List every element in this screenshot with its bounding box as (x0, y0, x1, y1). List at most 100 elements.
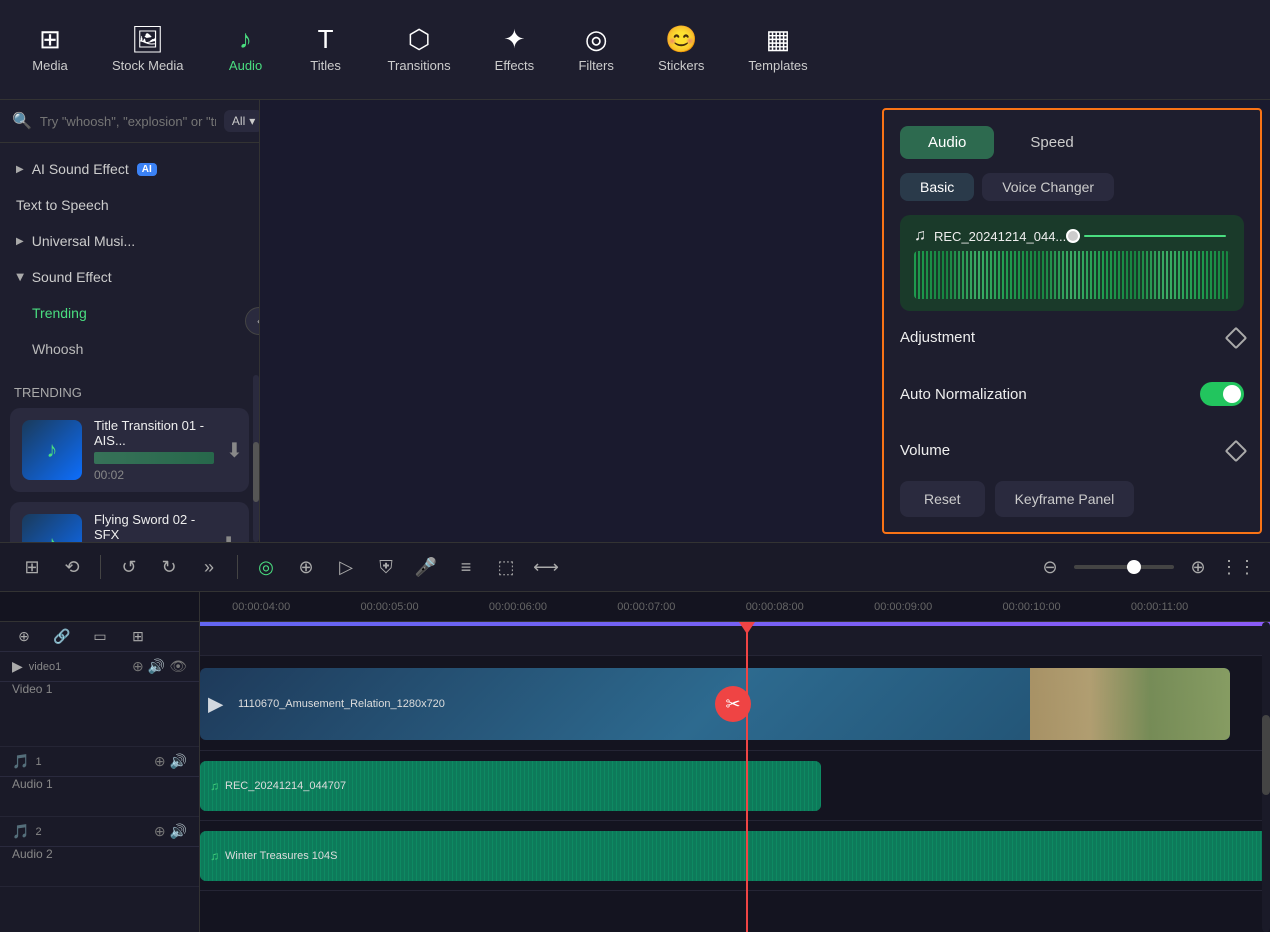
audio-waveform-bg-2 (200, 831, 1270, 881)
scene-view-icon[interactable]: ⊞ (16, 551, 48, 583)
audio1-num: 1 (35, 756, 41, 768)
chevron-down-icon: ▾ (249, 114, 255, 128)
search-input[interactable] (40, 114, 216, 129)
layout-options-icon[interactable]: ⋮⋮ (1222, 551, 1254, 583)
add-audio-icon[interactable]: ⊕ (154, 753, 166, 770)
screen-record-icon[interactable]: ⬚ (490, 551, 522, 583)
sidebar-item-universal-music[interactable]: ▶ Universal Musi... (0, 223, 259, 259)
split-icon[interactable]: ▭ (84, 621, 116, 653)
tab-speed[interactable]: Speed (1002, 126, 1101, 159)
media-icon: ⊞ (39, 26, 61, 52)
nav-media[interactable]: ⊞ Media (20, 20, 80, 79)
nav-audio-label: Audio (229, 58, 262, 73)
eye-icon[interactable]: 👁 (169, 658, 187, 675)
link-icon[interactable]: 🔗 (46, 621, 78, 653)
v-scrollbar-thumb[interactable] (1262, 715, 1270, 795)
download-icon-2[interactable]: ⬇ (220, 532, 237, 543)
keyframe-panel-button[interactable]: Keyframe Panel (995, 481, 1135, 517)
auto-normalization-toggle[interactable] (1200, 382, 1244, 406)
time-tick-0: 00:00:04:00 (232, 601, 290, 613)
nav-titles[interactable]: T Titles (296, 20, 356, 79)
track-label-row-audio2: 🎵 2 ⊕ 🔊 Audio 2 (0, 817, 199, 887)
video-clip-1[interactable]: ▶ 1110670_Amusement_Relation_1280x720 ✂ (200, 668, 1230, 740)
scissors-icon[interactable]: ✂ (715, 686, 751, 722)
select-tool-icon[interactable]: ⟲ (56, 551, 88, 583)
resize-icon[interactable]: ⟷ (530, 551, 562, 583)
zoom-slider-thumb[interactable] (1127, 560, 1141, 574)
zoom-in-button[interactable]: ⊕ (1182, 551, 1214, 583)
zoom-slider[interactable] (1074, 565, 1174, 569)
face-track-icon[interactable]: ◎ (250, 551, 282, 583)
sidebar-item-text-to-speech[interactable]: Text to Speech (0, 187, 259, 223)
audio-clip-2[interactable]: ♫ Winter Treasures 104S (200, 831, 1270, 881)
sidebar-item-sound-effect[interactable]: ▶ Sound Effect (0, 259, 259, 295)
time-tick-2: 00:00:06:00 (489, 601, 547, 613)
audio-volume-icon[interactable]: 🔊 (170, 753, 187, 770)
redo-button[interactable]: ↻ (153, 551, 185, 583)
universal-music-label: Universal Musi... (32, 233, 135, 249)
sound-card-2[interactable]: ♪ Flying Sword 02 - SFX 00:04 ⬇ (10, 502, 249, 542)
nav-stock-media[interactable]: 🖼 Stock Media (100, 20, 196, 79)
sidebar-item-whoosh[interactable]: Whoosh (0, 331, 259, 367)
audio2-num: 2 (35, 826, 41, 838)
templates-icon: ▦ (766, 26, 791, 52)
volume-label: Volume (900, 442, 950, 459)
sound-thumb-1: ♪ (22, 420, 82, 480)
tab-audio[interactable]: Audio (900, 126, 994, 159)
video1-label: video1 (29, 661, 61, 673)
audio2-volume-icon[interactable]: 🔊 (170, 823, 187, 840)
center-area (260, 100, 882, 542)
more-tools-icon[interactable]: » (193, 551, 225, 583)
time-tick-4: 00:00:08:00 (746, 601, 804, 613)
nav-transitions[interactable]: ⬡ Transitions (376, 20, 463, 79)
adjustment-keyframe-icon[interactable] (1225, 326, 1248, 349)
nav-effects[interactable]: ✦ Effects (483, 20, 547, 79)
audio-progress-line (1084, 235, 1226, 237)
download-icon-1[interactable]: ⬇ (226, 438, 243, 463)
nav-effects-label: Effects (495, 58, 535, 73)
audio-clip-1[interactable]: ♫ REC_20241214_044707 (200, 761, 821, 811)
list-icon[interactable]: ≡ (450, 551, 482, 583)
music-note-icon: ♪ (47, 437, 58, 463)
add-audio2-icon[interactable]: ⊕ (154, 823, 166, 840)
shield-icon[interactable]: ⛨ (370, 551, 402, 583)
nav-templates[interactable]: ▦ Templates (736, 20, 819, 79)
track-row-video1: ▶ 1110670_Amusement_Relation_1280x720 ✂ (200, 656, 1270, 751)
volume-icon[interactable]: 🔊 (148, 658, 165, 675)
audio-track-icon-2: 🎵 (12, 823, 29, 840)
audio2-track-name: Audio 2 (0, 847, 199, 861)
right-panel: Audio Speed Basic Voice Changer ♫ REC_20… (882, 108, 1262, 534)
zoom-control: ⊖ ⊕ (1034, 551, 1214, 583)
nav-stickers[interactable]: 😊 Stickers (646, 20, 716, 79)
add-media-icon[interactable]: ⊕ (132, 658, 144, 675)
effects-icon: ✦ (504, 26, 526, 52)
audio-waveform-card: ♫ REC_20241214_044... (900, 215, 1244, 311)
scroll-thumb[interactable] (253, 442, 259, 502)
audio1-track-name: Audio 1 (0, 777, 199, 791)
mic-icon[interactable]: 🎤 (410, 551, 442, 583)
nav-stock-label: Stock Media (112, 58, 184, 73)
sound-card-1[interactable]: ♪ Title Transition 01 - AIS... 00:02 ⬇ (10, 408, 249, 492)
main-content: 🔍 All ▾ ··· ▶ AI Sound Effect AI Text to… (0, 100, 1270, 542)
subtab-voice-changer[interactable]: Voice Changer (982, 173, 1114, 201)
undo-button[interactable]: ↺ (113, 551, 145, 583)
volume-keyframe-icon[interactable] (1225, 439, 1248, 462)
sidebar-menu: ▶ AI Sound Effect AI Text to Speech ▶ Un… (0, 143, 259, 375)
nav-templates-label: Templates (748, 58, 807, 73)
video-thumbnail (1030, 668, 1230, 740)
time-tick-7: 00:00:11:00 (1131, 601, 1188, 613)
nav-audio[interactable]: ♪ Audio (216, 20, 276, 79)
zoom-out-button[interactable]: ⊖ (1034, 551, 1066, 583)
subtab-basic[interactable]: Basic (900, 173, 974, 201)
search-filter-dropdown[interactable]: All ▾ (224, 110, 260, 132)
play-icon[interactable]: ▷ (330, 551, 362, 583)
ai-sound-label: AI Sound Effect (32, 161, 129, 177)
nav-filters[interactable]: ◎ Filters (566, 20, 626, 79)
video1-track-name: Video 1 (0, 682, 199, 696)
add-clip-icon[interactable]: ⊕ (290, 551, 322, 583)
group-icon[interactable]: ⊞ (122, 621, 154, 653)
reset-button[interactable]: Reset (900, 481, 985, 517)
sidebar-item-trending[interactable]: Trending (0, 295, 259, 331)
add-track-button[interactable]: ⊕ (8, 621, 40, 653)
sidebar-item-ai-sound[interactable]: ▶ AI Sound Effect AI (0, 151, 259, 187)
